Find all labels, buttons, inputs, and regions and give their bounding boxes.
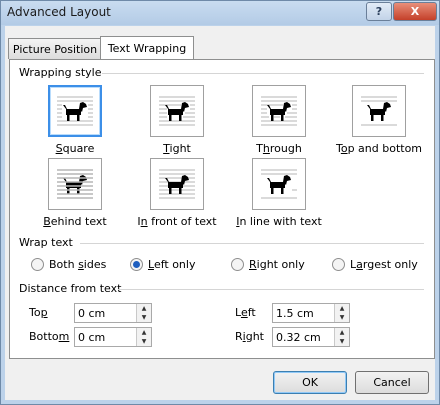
divider bbox=[118, 289, 424, 290]
divider bbox=[80, 243, 424, 244]
top-spinner[interactable]: ▲ ▼ bbox=[74, 303, 152, 323]
radio-circle[interactable] bbox=[231, 258, 244, 271]
radio-left-only[interactable]: Left only bbox=[130, 258, 195, 271]
radio-right-only[interactable]: Right only bbox=[231, 258, 305, 271]
text-wrapping-panel: Wrapping style Square Tight Through Top … bbox=[9, 59, 435, 359]
spin-down-icon[interactable]: ▼ bbox=[335, 337, 349, 346]
window-title: Advanced Layout bbox=[7, 5, 111, 19]
cancel-button[interactable]: Cancel bbox=[355, 371, 429, 394]
top-label: Top bbox=[29, 306, 48, 319]
close-button[interactable]: X bbox=[393, 2, 437, 21]
bottom-input[interactable] bbox=[75, 328, 136, 346]
wrap-option-in-front-of-text[interactable]: In front of text bbox=[137, 158, 217, 228]
radio-label: Right only bbox=[249, 258, 305, 271]
tab-text-wrapping[interactable]: Text Wrapping bbox=[100, 36, 194, 59]
bottom-spinner[interactable]: ▲ ▼ bbox=[74, 327, 152, 347]
close-icon: X bbox=[410, 5, 420, 18]
spin-down-icon[interactable]: ▼ bbox=[137, 337, 151, 346]
in-line-with-text-wrap-icon[interactable] bbox=[252, 158, 306, 210]
dog-icon bbox=[63, 102, 87, 121]
top-and-bottom-wrap-icon[interactable] bbox=[352, 85, 406, 137]
divider bbox=[102, 73, 424, 74]
dialog-body: Picture Position Text Wrapping Wrapping … bbox=[5, 26, 435, 400]
ok-button[interactable]: OK bbox=[273, 371, 347, 394]
distance-heading: Distance from text bbox=[19, 282, 122, 295]
radio-label: Both sides bbox=[49, 258, 107, 271]
wrap-option-through[interactable]: Through bbox=[251, 85, 307, 155]
wrap-option-behind-text[interactable]: Behind text bbox=[43, 158, 107, 228]
help-icon: ? bbox=[375, 5, 383, 18]
top-input[interactable] bbox=[75, 304, 136, 322]
ok-label: OK bbox=[302, 376, 318, 389]
help-button[interactable]: ? bbox=[366, 2, 392, 21]
through-wrap-icon[interactable] bbox=[252, 85, 306, 137]
spinner-arrows: ▲ ▼ bbox=[136, 304, 151, 322]
spinner-arrows: ▲ ▼ bbox=[334, 328, 349, 346]
in-front-of-text-wrap-icon[interactable] bbox=[150, 158, 204, 210]
tab-label: Text Wrapping bbox=[107, 41, 187, 55]
wrap-option-in-line-with-text[interactable]: In line with text bbox=[236, 158, 322, 228]
radio-label: Left only bbox=[148, 258, 196, 271]
radio-both-sides[interactable]: Both sides bbox=[31, 258, 106, 271]
behind-text-wrap-icon[interactable] bbox=[48, 158, 102, 210]
radio-label: Largest only bbox=[350, 258, 418, 271]
spinner-arrows: ▲ ▼ bbox=[334, 304, 349, 322]
left-label: Left bbox=[235, 306, 256, 319]
tight-wrap-icon[interactable] bbox=[150, 85, 204, 137]
radio-circle-selected[interactable] bbox=[130, 258, 143, 271]
left-input[interactable] bbox=[273, 304, 334, 322]
bottom-label: Bottom bbox=[29, 330, 70, 343]
square-wrap-icon[interactable] bbox=[48, 85, 102, 137]
spin-down-icon[interactable]: ▼ bbox=[335, 313, 349, 322]
right-label: Right bbox=[235, 330, 264, 343]
in-line-with-text-label: In line with text bbox=[236, 215, 322, 228]
right-input[interactable] bbox=[273, 328, 334, 346]
wrap-option-tight[interactable]: Tight bbox=[149, 85, 205, 155]
radio-largest-only[interactable]: Largest only bbox=[332, 258, 418, 271]
spinner-arrows: ▲ ▼ bbox=[136, 328, 151, 346]
advanced-layout-dialog: Advanced Layout ? X Picture Position Tex… bbox=[0, 0, 440, 405]
tab-label: Picture Position bbox=[12, 42, 98, 56]
title-bar[interactable]: Advanced Layout ? X bbox=[1, 1, 439, 25]
cancel-label: Cancel bbox=[373, 376, 411, 389]
radio-circle[interactable] bbox=[31, 258, 44, 271]
radio-circle[interactable] bbox=[332, 258, 345, 271]
wrapping-style-heading: Wrapping style bbox=[19, 66, 102, 79]
wrap-option-top-and-bottom[interactable]: Top and bottom bbox=[336, 85, 422, 155]
wrap-text-heading: Wrap text bbox=[19, 236, 73, 249]
spin-down-icon[interactable]: ▼ bbox=[137, 313, 151, 322]
tab-picture-position[interactable]: Picture Position bbox=[8, 38, 102, 59]
left-spinner[interactable]: ▲ ▼ bbox=[272, 303, 350, 323]
wrap-option-square[interactable]: Square bbox=[47, 85, 103, 155]
right-spinner[interactable]: ▲ ▼ bbox=[272, 327, 350, 347]
top-and-bottom-label: Top and bottom bbox=[335, 142, 423, 155]
